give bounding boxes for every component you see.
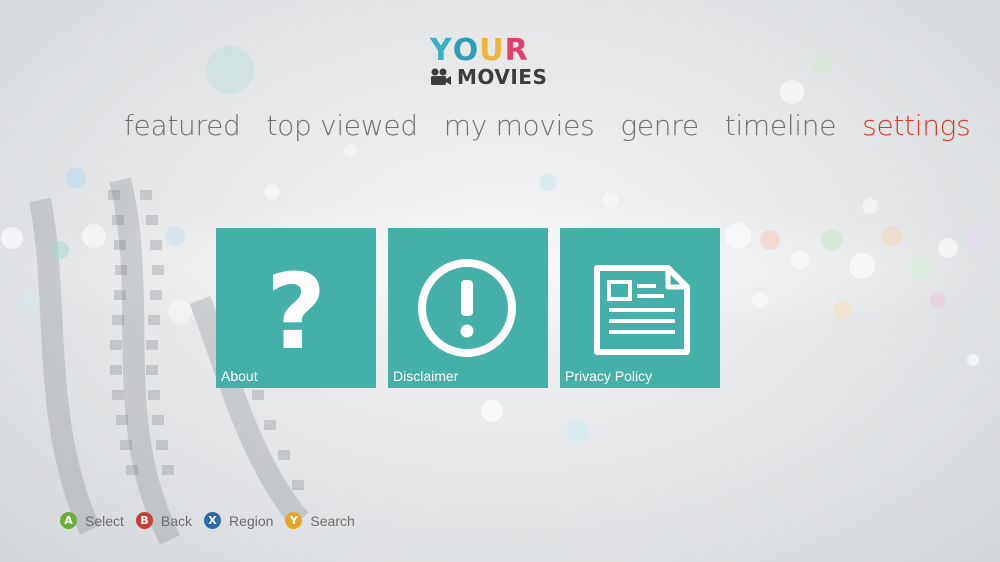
logo-your: YOUR [430,36,529,66]
y-button-icon: Y [285,512,303,529]
nav-item-settings[interactable]: settings [862,106,971,146]
tile-label: Disclaimer [393,368,459,384]
hint-label: Region [229,512,274,529]
logo-movies-row: MOVIES [430,66,547,88]
nav-item-genre[interactable]: genre [620,106,699,146]
exclamation-icon [418,259,516,357]
hint-search[interactable]: Y Search [285,512,355,529]
hint-label: Select [85,512,124,529]
hint-select[interactable]: A Select [60,512,124,529]
svg-text:?: ? [266,251,326,373]
nav-item-my-movies[interactable]: my movies [444,106,595,146]
tile-label: Privacy Policy [565,368,653,384]
document-icon [594,265,690,355]
logo-letter: R [504,33,529,68]
hint-back[interactable]: B Back [135,512,193,529]
logo-letter: Y [430,33,453,68]
main-nav: featured top viewed my movies genre time… [124,106,971,146]
x-button-icon: X [204,512,222,529]
nav-item-featured[interactable]: featured [124,106,241,146]
movie-camera-icon [431,68,451,85]
nav-item-top-viewed[interactable]: top viewed [266,106,418,146]
a-button-icon: A [60,512,77,529]
logo-letter: O [452,33,480,68]
hint-region[interactable]: X Region [204,512,273,529]
b-button-icon: B [135,512,153,529]
app-logo: YOUR MOVIES [428,36,558,92]
about-tile[interactable]: ? About [216,228,376,388]
nav-item-timeline[interactable]: timeline [725,106,837,146]
question-mark-icon: ? [266,251,326,373]
privacy-policy-tile[interactable]: Privacy Policy [560,228,720,388]
logo-word: MOVIES [457,65,548,89]
hint-label: Back [160,512,193,529]
disclaimer-tile[interactable]: Disclaimer [388,228,548,388]
logo-letter: U [479,33,505,68]
hint-label: Search [310,512,355,529]
tile-label: About [221,368,258,384]
controller-hints: A Select B Back X Region Y Search [60,512,367,529]
